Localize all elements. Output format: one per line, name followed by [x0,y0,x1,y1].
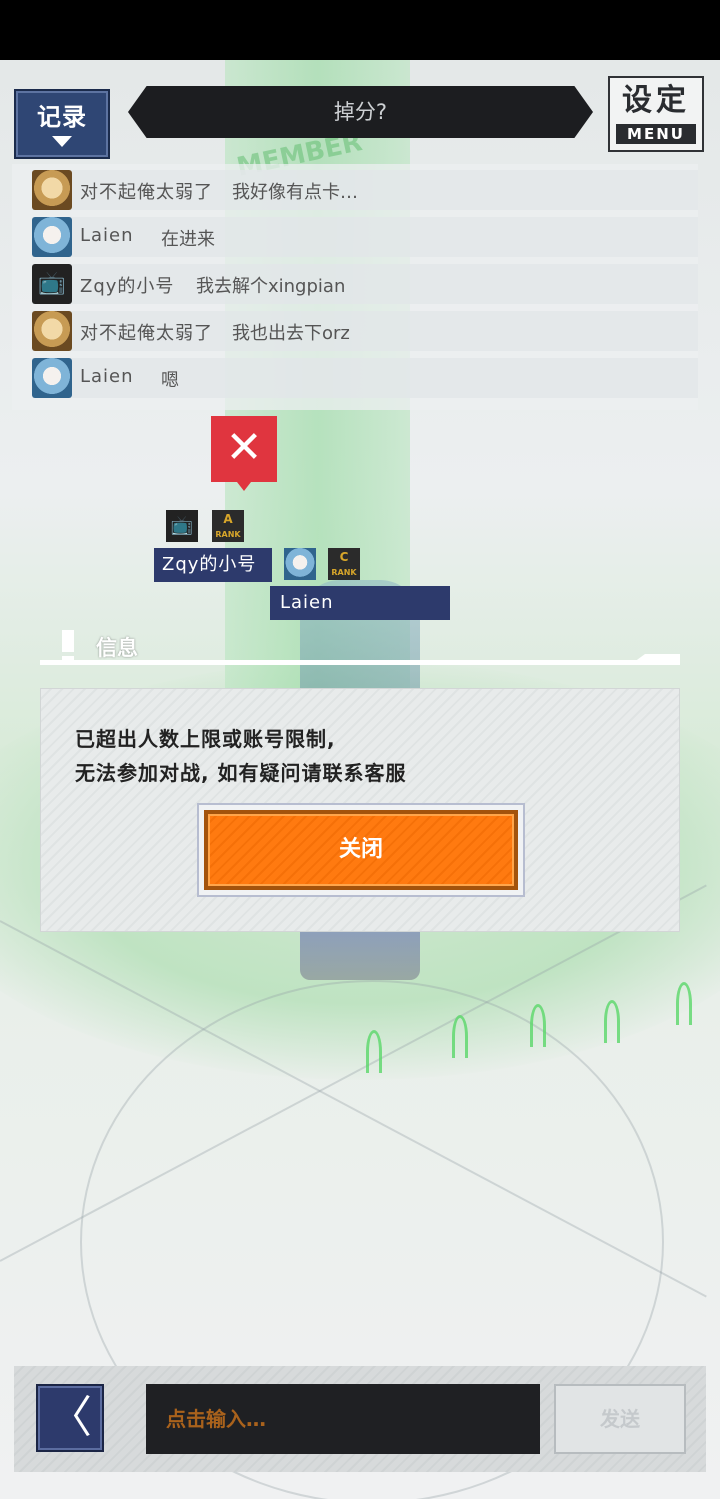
dialog-message-line2: 无法参加对战, 如有疑问请联系客服 [75,761,407,785]
divider [40,660,680,665]
floor-spike [604,1000,620,1043]
close-button[interactable]: 关闭 [197,803,525,897]
crossed-swords-icon: ✕ [211,416,277,491]
back-button[interactable]: 〈 [36,1384,104,1452]
chat-message: Laien 在进来 [32,217,698,257]
blue-hair-avatar [284,548,316,580]
chat-sender: Zqy的小号 [80,276,175,297]
chat-message: 对不起俺太弱了 我也出去下orz [32,311,698,351]
chat-input[interactable]: 点击输入… [146,1384,540,1454]
chat-text: 我好像有点卡… [232,182,358,203]
chat-sender: 对不起俺太弱了 [80,182,213,203]
close-button-label: 关闭 [204,810,518,890]
chat-log-panel: 对不起俺太弱了 我好像有点卡… Laien 在进来 📺 Zqy的小号 我去解个x… [12,164,698,410]
chat-message: 📺 Zqy的小号 我去解个xingpian [32,264,698,304]
send-button[interactable]: 发送 [554,1384,686,1454]
gold-hair-avatar [32,311,72,351]
menu-label: MENU [616,124,696,144]
tv-icon: 📺 [32,264,72,304]
settings-label: 设定 [622,83,690,118]
floor-spike [676,982,692,1025]
log-button[interactable]: 记录 [14,89,110,159]
chat-message: 对不起俺太弱了 我好像有点卡… [32,170,698,210]
floor-spike [366,1030,382,1073]
rank-badge-icon: A RANK [212,510,244,542]
blue-hair-avatar [32,217,72,257]
triangle-down-icon [52,136,72,147]
player-nameplate: Zqy的小号 [154,548,272,582]
settings-menu-button[interactable]: 设定 MENU [608,76,704,152]
chat-input-bar: 〈 点击输入… 发送 [14,1366,706,1472]
rank-badge-icon: C RANK [328,548,360,580]
log-button-label: 记录 [37,103,87,131]
player-nameplate: Laien [270,586,450,620]
chat-sender: Laien [80,366,134,387]
rank-letter: C [339,550,349,564]
floor-spike [530,1004,546,1047]
room-title-banner: 掉分? [128,86,593,138]
chat-message: Laien 嗯 [32,358,698,398]
info-dialog: 已超出人数上限或账号限制, 无法参加对战, 如有疑问请联系客服 关闭 [40,688,680,932]
chat-sender: Laien [80,225,134,246]
blue-hair-avatar [32,358,72,398]
exclamation-icon [62,630,74,664]
rank-letter: A [223,512,233,526]
dialog-header: 信息 [40,626,680,668]
status-bar [0,0,720,60]
dialog-message-line1: 已超出人数上限或账号限制, [75,727,336,751]
chat-text: 在进来 [161,229,215,250]
chat-sender: 对不起俺太弱了 [80,323,213,344]
chat-text: 嗯 [161,370,179,391]
dialog-title: 信息 [96,636,138,660]
tv-icon: 📺 [166,510,198,542]
rank-word: RANK [215,530,241,539]
chat-text: 我去解个xingpian [196,276,346,297]
rank-word: RANK [331,568,357,577]
divider-tab [630,654,680,665]
floor-spike [452,1015,468,1058]
chat-text: 我也出去下orz [232,323,350,344]
gold-hair-avatar [32,170,72,210]
